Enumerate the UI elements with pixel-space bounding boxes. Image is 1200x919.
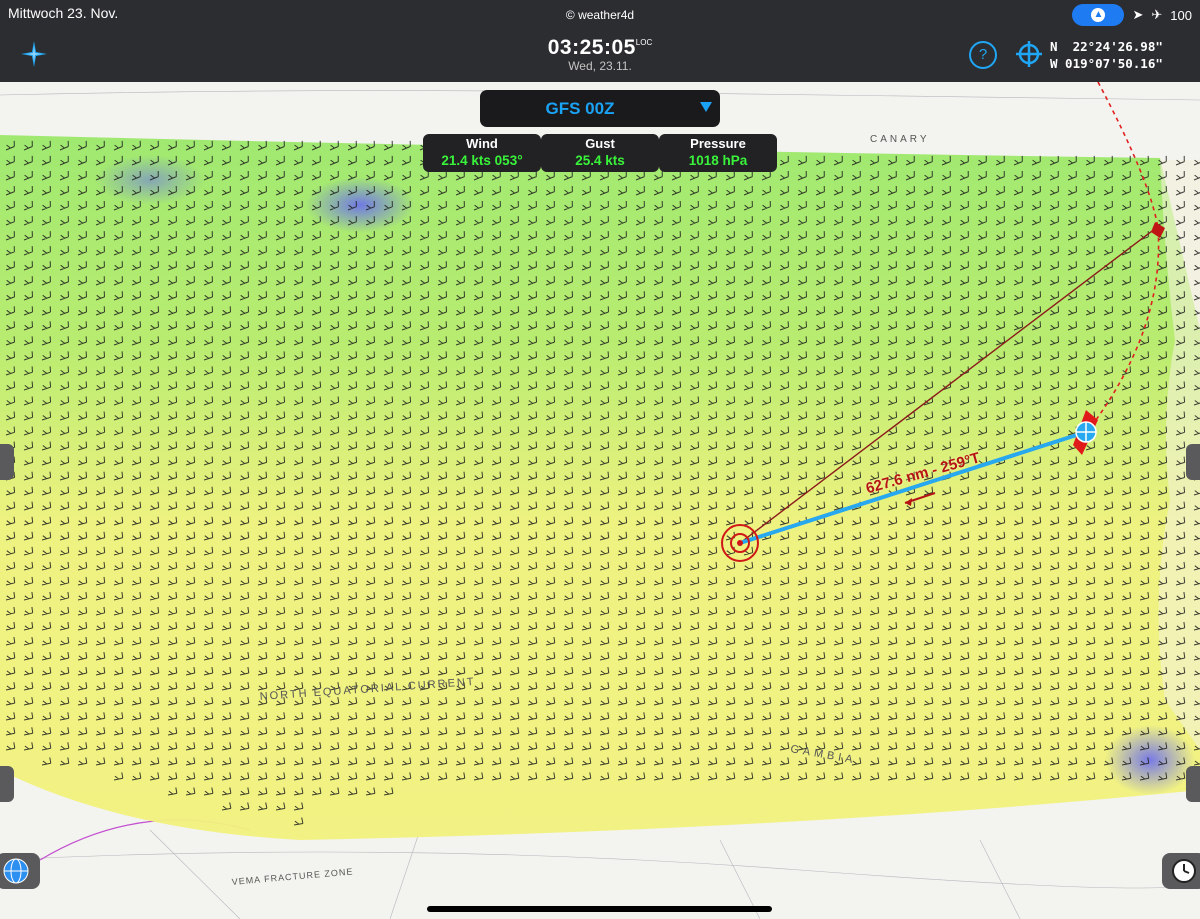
top-bar: Mittwoch 23. Nov. © weather4d ▲ ➤ ✈ 100 … — [0, 0, 1200, 82]
airplane-icon: ✈ — [1151, 7, 1163, 22]
longitude: W 019°07'50.16" — [1050, 56, 1163, 71]
chart-label-basin: CANARY — [870, 134, 930, 145]
clock-icon — [1172, 859, 1196, 883]
location-arrow-icon: ➤ — [1132, 7, 1144, 22]
gust-readout[interactable]: Gust 25.4 kts — [541, 134, 659, 172]
time-button[interactable] — [1162, 853, 1200, 889]
status-right: ▲ ➤ ✈ 100 — [1072, 4, 1192, 26]
left-panel-handle-lower[interactable] — [0, 766, 14, 802]
app-title: © weather4d — [565, 8, 635, 22]
battery-level: 100 — [1170, 7, 1192, 23]
right-panel-handle[interactable] — [1186, 444, 1200, 480]
location-arrow-icon: ▲ — [1091, 8, 1106, 22]
location-pill[interactable]: ▲ — [1072, 4, 1125, 26]
crosshair-icon[interactable] — [1016, 41, 1042, 67]
left-panel-handle[interactable] — [0, 444, 14, 480]
readout-label: Gust — [585, 136, 615, 151]
readout-value: 1018 hPa — [688, 153, 748, 168]
readout-label: Wind — [466, 136, 498, 151]
latitude: N 22°24'26.98" — [1050, 39, 1163, 54]
globe-button[interactable] — [0, 853, 40, 889]
right-panel-handle-lower[interactable] — [1186, 766, 1200, 802]
readout-value: 25.4 kts — [575, 153, 625, 168]
time-value: 03:25:05 — [547, 36, 636, 59]
time-zone: LOC — [635, 38, 653, 47]
wind-readout[interactable]: Wind 21.4 kts 053° — [423, 134, 541, 172]
model-name: GFS 00Z — [545, 99, 615, 118]
date-value: Wed, 23.11. — [568, 59, 632, 73]
chevron-down-icon — [700, 102, 712, 112]
pressure-readout[interactable]: Pressure 1018 hPa — [659, 134, 777, 172]
help-icon[interactable]: ? — [969, 41, 997, 69]
globe-icon — [3, 858, 29, 884]
cursor-coordinates: N 22°24'26.98" W 019°07'50.16" — [1050, 38, 1163, 72]
home-indicator[interactable] — [427, 906, 772, 912]
readout-value: 21.4 kts 053° — [441, 153, 523, 168]
model-selector[interactable]: GFS 00Z — [480, 90, 720, 127]
readout-label: Pressure — [690, 136, 746, 151]
